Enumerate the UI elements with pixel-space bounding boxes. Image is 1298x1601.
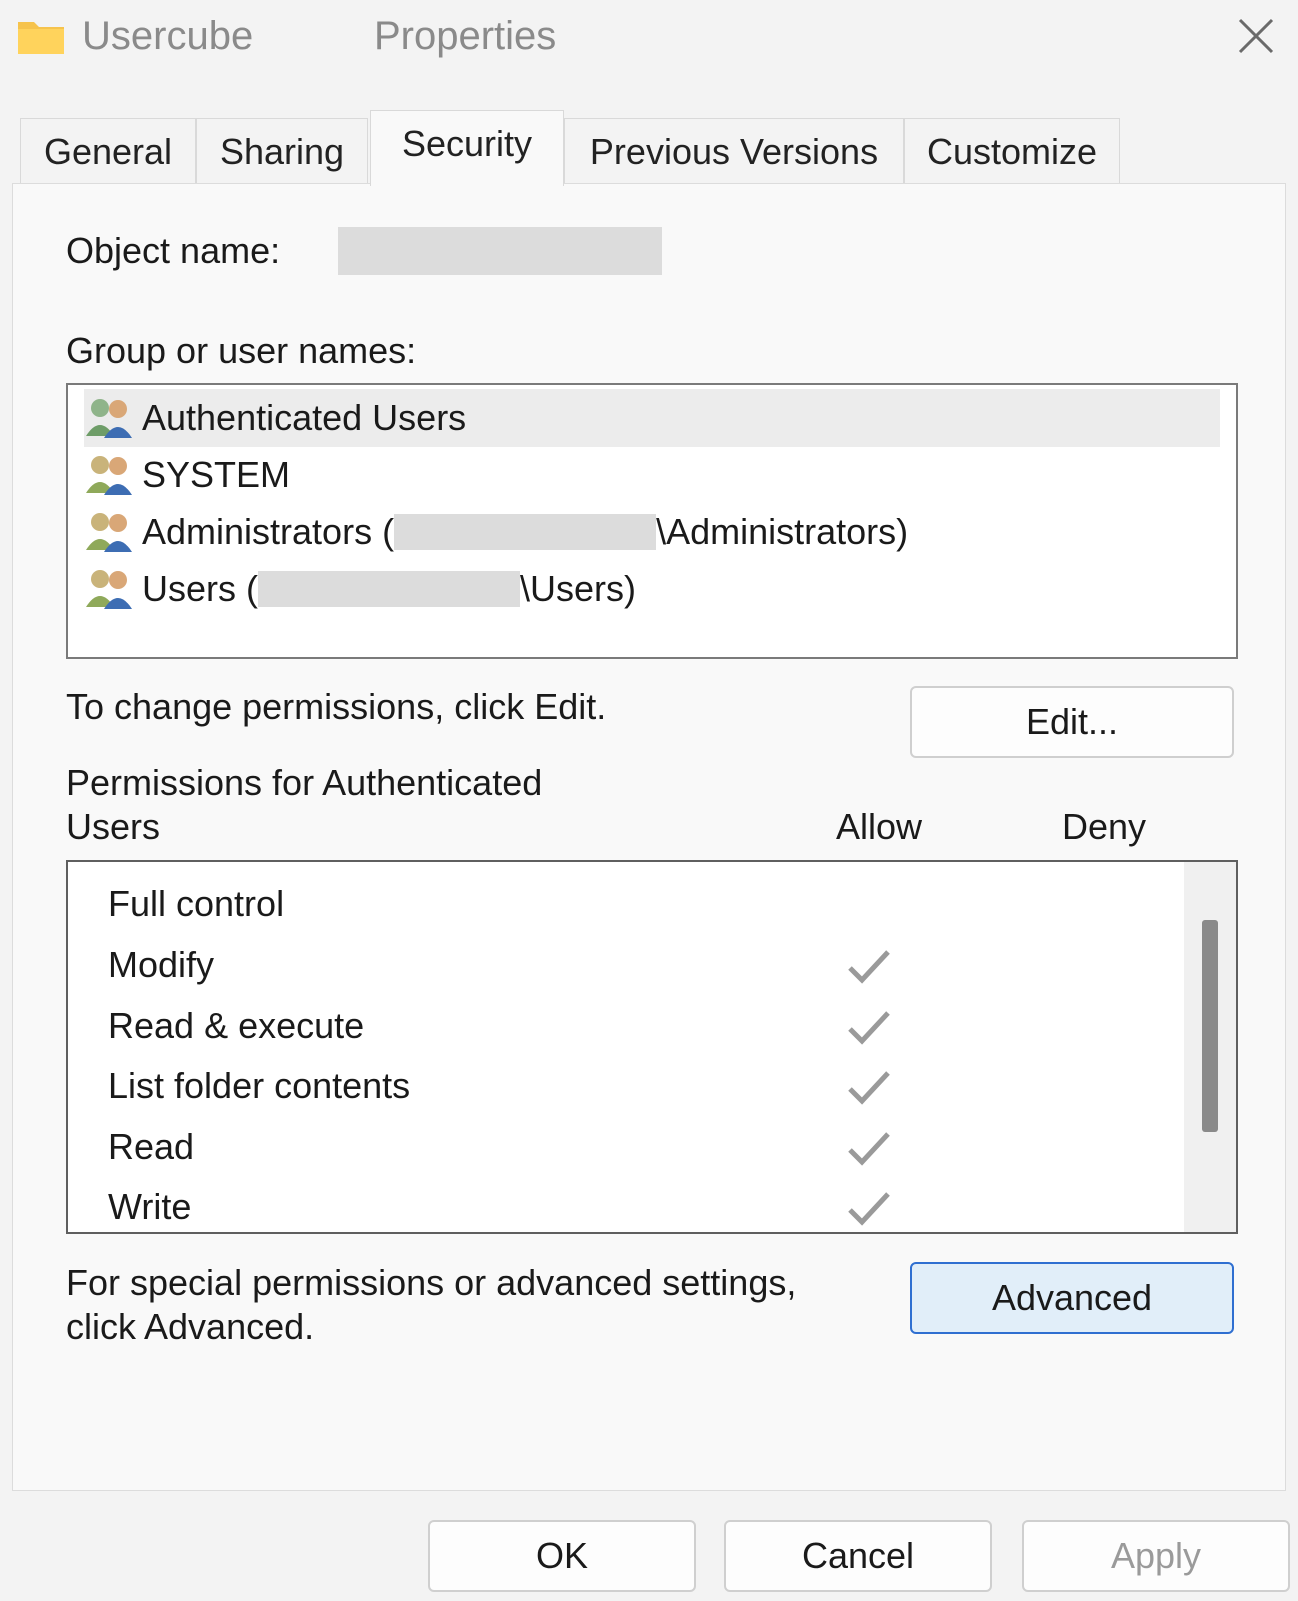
user-name: Authenticated Users [142,397,467,438]
tab-sharing[interactable]: Sharing [196,118,368,184]
user-name-suffix: \Administrators) [656,511,909,552]
allow-check-icon [848,1132,890,1166]
user-name: SYSTEM [142,454,291,495]
users-icon [86,456,132,495]
permissions-scrollbar[interactable] [1184,862,1236,1232]
domain-redacted [258,571,520,607]
permission-name: Write [108,1186,192,1227]
permission-row: List folder contents [108,1058,410,1114]
domain-redacted [394,514,657,550]
list-item[interactable]: Users ( \Users) [84,560,1220,618]
permission-row: Modify [108,937,214,993]
permissions-header-line2: Users [66,806,161,847]
tab-general[interactable]: General [20,118,196,184]
allow-check-icon [848,950,890,984]
advanced-hint-line2: click Advanced. [66,1306,315,1347]
allow-column-header: Allow [836,806,923,847]
user-list[interactable]: Authenticated Users SYSTEM Administrator… [66,383,1238,659]
window-title-suffix: Properties [374,14,557,58]
user-name-prefix: Administrators ( [142,511,395,552]
apply-button[interactable]: Apply [1022,1520,1290,1592]
allow-check-icon [848,1192,890,1226]
allow-check-icon [848,1011,890,1045]
user-name-suffix: \Users) [520,568,636,609]
deny-column-header: Deny [1062,806,1147,847]
user-name: Administrators ( \Administrators) [142,511,908,553]
list-item[interactable]: Authenticated Users [84,389,1220,447]
tab-customize[interactable]: Customize [904,118,1120,184]
tab-security[interactable]: Security [370,110,564,186]
advanced-hint-line1: For special permissions or advanced sett… [66,1262,797,1303]
user-name: Users ( \Users) [142,568,636,610]
permission-name: Full control [108,883,285,924]
permission-row: Read [108,1119,194,1175]
close-button[interactable] [1232,12,1280,60]
permission-name: Read [108,1126,195,1167]
permission-name: Read & execute [108,1005,365,1046]
permission-row: Read & execute [108,998,364,1054]
cancel-button[interactable]: Cancel [724,1520,992,1592]
close-icon [1238,18,1274,54]
permission-row: Write [108,1179,191,1235]
tab-previous-versions[interactable]: Previous Versions [564,118,904,184]
window-title-name: Usercube [82,14,254,58]
permissions-header-line1: Permissions for Authenticated [66,762,543,803]
permission-name: List folder contents [108,1065,411,1106]
object-name-label: Object name: [66,230,281,271]
users-icon [86,399,132,438]
users-icon [86,513,132,552]
allow-check-icon [848,1071,890,1105]
permission-name: Modify [108,944,215,985]
users-icon [86,570,132,609]
object-name-value-redacted [338,227,662,275]
permission-row: Full control [108,876,284,932]
group-user-label: Group or user names: [66,330,417,371]
scrollbar-thumb[interactable] [1202,920,1218,1132]
permissions-list: Full control Modify Read & execute List … [66,860,1238,1234]
folder-icon [18,22,64,54]
list-item[interactable]: SYSTEM [84,446,1220,504]
user-name-prefix: Users ( [142,568,258,609]
list-item[interactable]: Administrators ( \Administrators) [84,503,1220,561]
change-permissions-hint: To change permissions, click Edit. [66,686,607,727]
edit-button[interactable]: Edit... [910,686,1234,758]
advanced-button[interactable]: Advanced [910,1262,1234,1334]
ok-button[interactable]: OK [428,1520,696,1592]
